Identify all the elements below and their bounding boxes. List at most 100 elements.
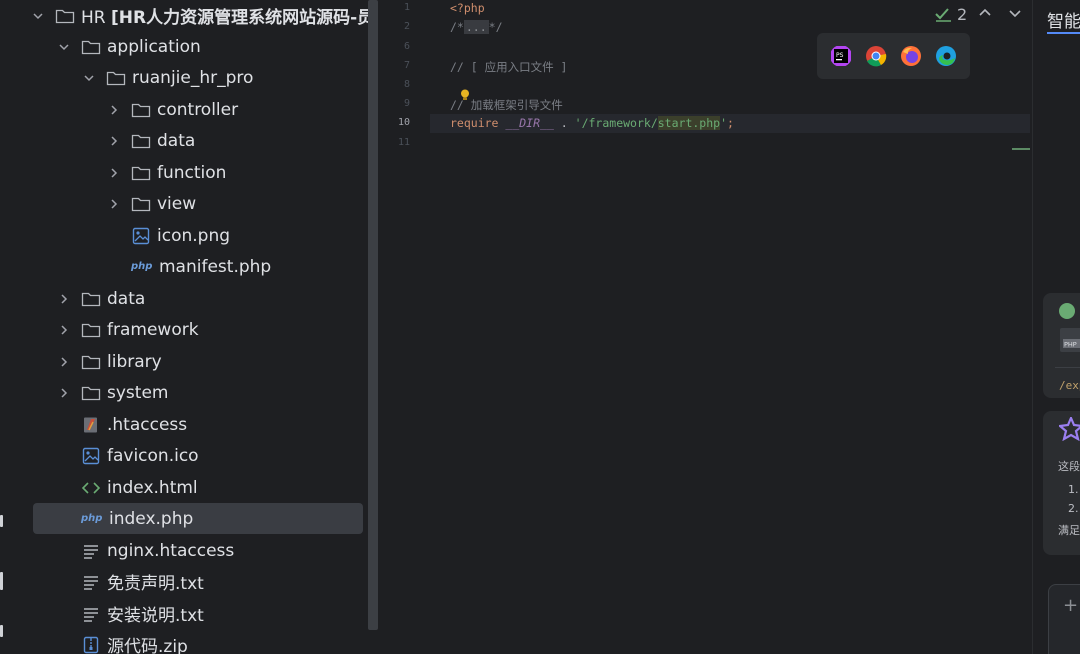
chevron-down-icon[interactable] (56, 39, 72, 55)
tree-item-label: index.html (107, 477, 198, 498)
line-number: 9 (403, 98, 410, 109)
editor-gutter: 1 2 6 7 8 9 10 11 (380, 0, 439, 654)
path-string-end: ' (720, 116, 727, 130)
ai-list-item: 1. (1068, 483, 1079, 496)
tree-folder-controller[interactable]: controller (106, 94, 368, 125)
php-file-icon: PHP (1060, 328, 1080, 352)
project-tree: HR [HR人力资源管理系统网站源码-员工管 application ruanj… (18, 0, 368, 654)
chevron-right-icon[interactable] (106, 102, 122, 118)
tree-item-label: view (157, 193, 197, 214)
tree-file-nginx-htaccess[interactable]: nginx.htaccess (81, 535, 368, 566)
ai-response-card: 这段 1. 2. 满足 (1043, 411, 1080, 555)
tree-item-label: 免责声明.txt (107, 574, 204, 594)
chevron-right-icon[interactable] (56, 354, 72, 370)
add-context-button[interactable]: + (1063, 595, 1078, 616)
tree-file-disclaimer-txt[interactable]: 免责声明.txt (81, 566, 368, 597)
code-line-2: /*... */ (450, 20, 503, 34)
tree-item-label: 安装说明.txt (107, 606, 204, 626)
tree-scrollbar[interactable] (368, 0, 378, 630)
folder-icon (131, 100, 151, 120)
code-editor[interactable]: <?php /*... */ // [ 应用入口文件 ] // 加载框架引导文件 … (430, 0, 1030, 654)
fold-close: */ (488, 20, 503, 34)
ai-panel-tab-underline (1047, 32, 1080, 34)
checkmark-icon (935, 7, 951, 22)
chevron-right-icon[interactable] (106, 165, 122, 181)
path-string: '/framework/ (574, 116, 658, 130)
root-prefix: HR (81, 8, 106, 28)
tree-item-label: system (107, 382, 169, 403)
tree-folder-data-sub[interactable]: data (106, 125, 368, 156)
tree-file-source-zip[interactable]: 源代码.zip (81, 629, 368, 654)
strip-marker (0, 572, 3, 590)
chevron-right-icon[interactable] (106, 133, 122, 149)
divider (1055, 367, 1080, 368)
chevron-down-icon[interactable] (1008, 6, 1022, 20)
inspection-widget[interactable]: 2 (935, 5, 967, 24)
chrome-icon[interactable] (865, 45, 887, 67)
tree-folder-view[interactable]: view (106, 188, 368, 219)
tree-item-label: framework (107, 319, 199, 340)
tree-file-install-txt[interactable]: 安装说明.txt (81, 598, 368, 629)
tree-item-label: library (107, 351, 162, 372)
svg-text:PS: PS (836, 52, 844, 59)
folded-region[interactable]: ... (463, 20, 489, 34)
ai-input-box[interactable]: + (1048, 584, 1080, 654)
ai-panel-title[interactable]: 智能 (1047, 7, 1080, 32)
edge-icon[interactable] (935, 45, 957, 67)
chevron-down-icon[interactable] (30, 8, 46, 24)
root-project-title: [HR人力资源管理系统网站源码-员工管 (111, 8, 368, 28)
folder-icon (81, 289, 101, 309)
tree-folder-function[interactable]: function (106, 157, 368, 188)
line-number: 2 (403, 21, 410, 32)
chevron-up-icon[interactable] (978, 6, 992, 20)
concat-operator: . (553, 116, 575, 130)
folder-icon (131, 131, 151, 151)
tree-folder-library[interactable]: library (56, 346, 368, 377)
tree-file-index-html[interactable]: index.html (81, 472, 368, 503)
tree-file-favicon[interactable]: favicon.ico (81, 440, 368, 471)
chevron-right-icon[interactable] (56, 385, 72, 401)
tree-item-label: nginx.htaccess (107, 540, 235, 561)
code-line-1: <?php (450, 1, 485, 15)
path-string-highlight: start.php (657, 116, 721, 130)
chevron-down-icon[interactable] (81, 70, 97, 86)
strip-marker (0, 515, 3, 527)
phpstorm-icon[interactable]: PS (830, 45, 852, 67)
archive-file-icon (81, 635, 101, 654)
ai-response-text: 这段 (1058, 460, 1080, 473)
tree-item-label: data (107, 288, 146, 309)
tree-item-label: application (107, 36, 201, 57)
line-number: 10 (397, 117, 410, 128)
tree-file-index-php[interactable]: php index.php (33, 503, 363, 534)
ai-message-card: PHP /exp (1043, 293, 1080, 398)
tree-file-htaccess[interactable]: .htaccess (81, 409, 368, 440)
tree-file-manifest-php[interactable]: php manifest.php (131, 251, 368, 282)
firefox-icon[interactable] (900, 45, 922, 67)
tree-root[interactable]: HR [HR人力资源管理系统网站源码-员工管 (30, 0, 368, 31)
change-marker (1012, 148, 1030, 150)
folder-icon (81, 320, 101, 340)
chevron-right-icon[interactable] (106, 196, 122, 212)
tree-folder-application[interactable]: application (56, 31, 368, 62)
chevron-right-icon[interactable] (56, 322, 72, 338)
html-file-icon (81, 478, 101, 498)
snippet-path: /exp (1059, 379, 1080, 392)
tree-item-label: 源代码.zip (107, 637, 188, 654)
chevron-right-icon[interactable] (56, 291, 72, 307)
ai-logo-icon (1059, 417, 1080, 441)
tree-file-icon-png[interactable]: icon.png (131, 220, 368, 251)
tree-folder-ruanjie-hr-pro[interactable]: ruanjie_hr_pro (81, 62, 368, 93)
tree-folder-system[interactable]: system (56, 377, 368, 408)
inspection-count: 2 (957, 5, 968, 24)
strip-marker (0, 625, 3, 637)
ai-list-item: 2. (1068, 502, 1079, 515)
text-file-icon (81, 604, 101, 624)
htaccess-file-icon (81, 415, 101, 435)
require-keyword: require (450, 116, 499, 130)
svg-text:PHP: PHP (1064, 341, 1077, 349)
tree-folder-data[interactable]: data (56, 283, 368, 314)
tree-folder-framework[interactable]: framework (56, 314, 368, 345)
fold-open: /* (450, 20, 464, 34)
lightbulb-icon[interactable] (460, 89, 470, 101)
browser-preview-popup: PS (817, 33, 970, 79)
